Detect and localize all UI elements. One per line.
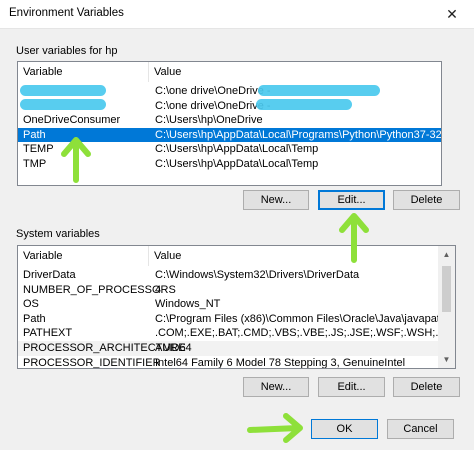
row-value: C:\one drive\OneDrive - — [155, 99, 271, 112]
row-variable: OS — [23, 298, 39, 311]
user-col-value[interactable]: Value — [149, 62, 439, 82]
user-variables-label: User variables for hp — [16, 45, 118, 57]
row-value: C:\one drive\OneDrive - — [155, 85, 271, 97]
system-col-value[interactable]: Value — [149, 246, 429, 266]
system-variables-list[interactable]: Variable Value DriverData C:\Windows\Sys… — [17, 245, 456, 369]
cancel-button[interactable]: Cancel — [387, 419, 454, 439]
system-list-scrollbar[interactable]: ▲ ▼ — [438, 246, 455, 368]
row-variable: Path — [23, 312, 46, 325]
row-value: AMD64 — [155, 342, 192, 354]
scroll-down-icon[interactable]: ▼ — [438, 351, 455, 368]
system-col-variable[interactable]: Variable — [18, 246, 148, 266]
system-delete-button[interactable]: Delete — [393, 377, 460, 397]
table-row[interactable]: PATHEXT .COM;.EXE;.BAT;.CMD;.VBS;.VBE;.J… — [18, 326, 455, 341]
row-value: Windows_NT — [155, 298, 221, 311]
table-row[interactable]: PROCESSOR_ARCHITECTURE AMD64 — [18, 341, 438, 356]
table-row[interactable]: PROCESSOR_IDENTIFIER Intel64 Family 6 Mo… — [18, 356, 438, 369]
system-edit-button[interactable]: Edit... — [318, 377, 385, 397]
table-row[interactable]: OS Windows_NT — [18, 297, 438, 312]
annotation-arrow-right-icon — [247, 413, 303, 443]
redaction-mark — [20, 99, 106, 110]
annotation-arrow-up-icon — [61, 137, 91, 183]
row-value: 4 — [155, 283, 162, 296]
row-value: Intel64 Family 6 Model 78 Stepping 3, Ge… — [155, 356, 406, 369]
user-col-variable[interactable]: Variable — [18, 62, 148, 82]
row-value: C:\Program Files (x86)\Common Files\Orac… — [155, 312, 455, 325]
table-row[interactable]: Path C:\Program Files (x86)\Common Files… — [18, 312, 455, 327]
title-bar: Environment Variables ✕ — [0, 0, 474, 29]
user-new-button[interactable]: New... — [243, 190, 309, 210]
user-edit-button[interactable]: Edit... — [318, 190, 385, 210]
row-value: .COM;.EXE;.BAT;.CMD;.VBS;.VBE;.JS;.JSE;.… — [155, 327, 456, 340]
window-title: Environment Variables — [9, 7, 124, 19]
row-variable: DriverData — [23, 269, 76, 281]
row-value: C:\Users\hp\AppData\Local\Programs\Pytho… — [155, 128, 442, 141]
row-variable: NUMBER_OF_PROCESSORS — [23, 283, 176, 296]
scroll-thumb[interactable] — [442, 266, 451, 312]
user-list-header: Variable Value — [18, 62, 441, 82]
annotation-arrow-up-icon — [339, 213, 369, 263]
row-variable: Path — [23, 128, 46, 141]
table-row[interactable]: OneDriveConsumer C:\Users\hp\OneDrive — [18, 113, 441, 128]
row-variable: TEMP — [23, 143, 54, 156]
row-variable: PROCESSOR_IDENTIFIER — [23, 356, 161, 369]
row-variable: TMP — [23, 158, 47, 170]
redaction-mark — [256, 99, 352, 110]
system-variables-label: System variables — [16, 228, 100, 240]
ok-button[interactable]: OK — [311, 419, 378, 439]
row-variable: OneDriveConsumer — [23, 114, 121, 127]
user-delete-button[interactable]: Delete — [393, 190, 460, 210]
row-value: C:\Users\hp\OneDrive — [155, 114, 263, 127]
table-row[interactable]: DriverData C:\Windows\System32\Drivers\D… — [18, 268, 438, 283]
system-list-header: Variable Value — [18, 246, 438, 266]
system-new-button[interactable]: New... — [243, 377, 309, 397]
redaction-mark — [20, 85, 106, 96]
close-icon[interactable]: ✕ — [430, 0, 474, 28]
row-value: C:\Users\hp\AppData\Local\Temp — [155, 158, 319, 170]
table-row[interactable]: NUMBER_OF_PROCESSORS 4 — [18, 283, 438, 298]
redaction-mark — [258, 85, 380, 96]
row-variable: PATHEXT — [23, 327, 73, 340]
row-value: C:\Users\hp\AppData\Local\Temp — [155, 143, 319, 156]
row-value: C:\Windows\System32\Drivers\DriverData — [155, 269, 360, 281]
scroll-up-icon[interactable]: ▲ — [438, 246, 455, 263]
